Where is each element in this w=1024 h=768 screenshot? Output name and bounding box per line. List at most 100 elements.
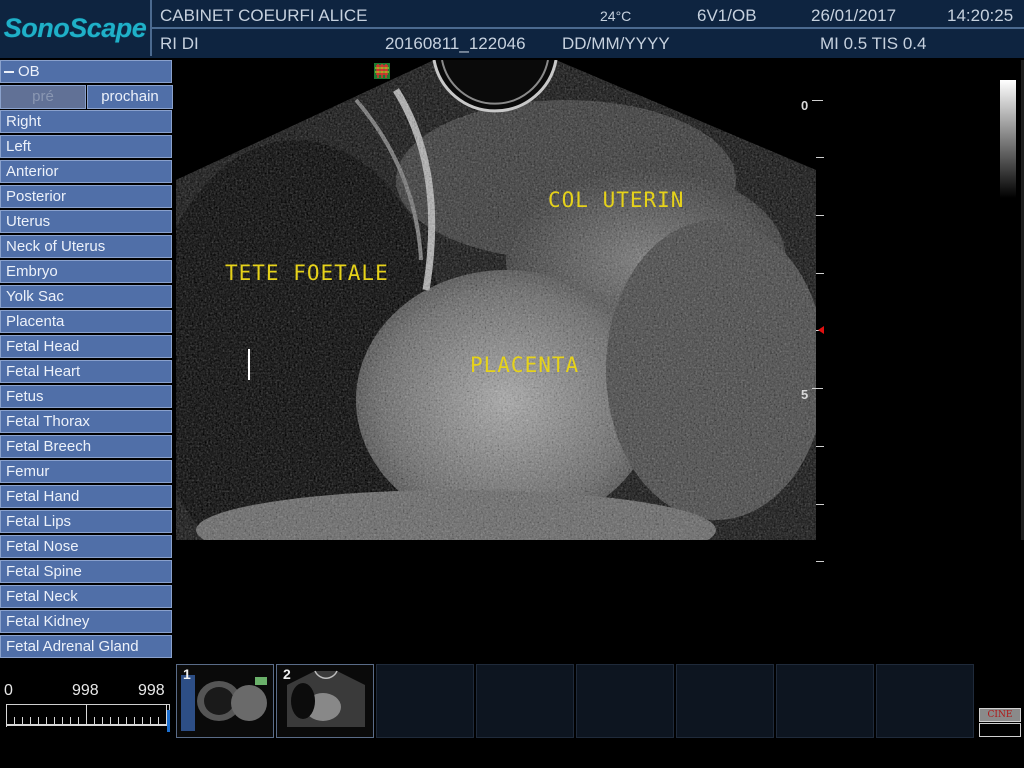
cine-ruler-tick (54, 717, 55, 724)
menu-item-neck-of-uterus[interactable]: Neck of Uterus (0, 235, 172, 258)
thumbnail-2[interactable]: 2 (276, 664, 374, 738)
text-cursor (248, 349, 250, 380)
thumbnail-empty[interactable] (876, 664, 974, 738)
cine-ruler-tick (134, 717, 135, 724)
exam-time: 14:20:25 (947, 6, 1014, 25)
menu-item-fetal-breech[interactable]: Fetal Breech (0, 435, 172, 458)
clinic-name: CABINET COEURFI ALICE (160, 6, 368, 25)
menu-item-fetal-head[interactable]: Fetal Head (0, 335, 172, 358)
temperature-readout: 24°C (600, 8, 632, 24)
depth-tick (816, 157, 824, 158)
cine-ruler-tick (142, 717, 143, 724)
thumbnail-empty[interactable] (576, 664, 674, 738)
cine-current-value: 998 (72, 682, 99, 699)
ultrasound-image-area[interactable]: TETE FOETALE COL UTERIN PLACENTA 0 5 (176, 60, 1024, 660)
depth-tick (816, 273, 824, 274)
cine-ruler-tick (86, 704, 87, 724)
depth-tick (816, 215, 824, 216)
menu-item-posterior[interactable]: Posterior (0, 185, 172, 208)
cine-ruler-tick (78, 717, 79, 724)
cine-ruler-tick (62, 717, 63, 724)
annotation-fetal-head[interactable]: TETE FOETALE (225, 261, 389, 285)
cine-ruler-tick (110, 717, 111, 724)
ultrasound-app: SonoScape CABINET COEURFI ALICE 24°C 6V1… (0, 0, 1024, 768)
thumbnail-number: 1 (183, 666, 191, 682)
thumbnail-empty[interactable] (676, 664, 774, 738)
depth-tick (812, 388, 823, 389)
depth-label-0: 0 (801, 98, 809, 113)
cine-ruler-tick (22, 717, 23, 724)
header-row-bottom: RI DI 20160811_122046 DD/MM/YYYY MI 0.5 … (152, 30, 1024, 56)
next-page-button[interactable]: prochain (87, 85, 173, 109)
annotation-placenta[interactable]: PLACENTA (470, 353, 579, 377)
menu-item-fetal-thorax[interactable]: Fetal Thorax (0, 410, 172, 433)
cine-ruler-tick (70, 717, 71, 724)
ultrasound-scan (176, 60, 816, 540)
depth-label-5: 5 (801, 387, 809, 402)
menu-item-placenta[interactable]: Placenta (0, 310, 172, 333)
patient-name: RI DI (160, 34, 199, 53)
menu-item-fetal-spine[interactable]: Fetal Spine (0, 560, 172, 583)
menu-item-right[interactable]: Right (0, 110, 172, 133)
cine-ruler (6, 724, 169, 726)
menu-item-fetal-adrenal-gland[interactable]: Fetal Adrenal Gland (0, 635, 172, 658)
grayscale-map-bar (1000, 80, 1016, 198)
header-row-top: CABINET COEURFI ALICE 24°C 6V1/OB 26/01/… (152, 2, 1024, 29)
exam-id: 20160811_122046 (385, 34, 526, 53)
menu-item-uterus[interactable]: Uterus (0, 210, 172, 233)
cine-ruler-tick (118, 717, 119, 724)
thumbnail-image (179, 667, 273, 737)
cine-start-value: 0 (4, 682, 13, 699)
menu-item-left[interactable]: Left (0, 135, 172, 158)
cine-ruler-tick (94, 717, 95, 724)
menu-item-fetal-heart[interactable]: Fetal Heart (0, 360, 172, 383)
depth-tick (816, 446, 824, 447)
cine-position-handle[interactable] (167, 710, 170, 732)
cine-button[interactable]: CINE (979, 708, 1021, 722)
menu-item-fetal-lips[interactable]: Fetal Lips (0, 510, 172, 533)
cine-ruler-tick (158, 717, 159, 724)
date-format: DD/MM/YYYY (562, 34, 670, 53)
cine-ruler-tick (150, 717, 151, 724)
cine-ruler-tick (6, 704, 7, 724)
thumbnail-1[interactable]: 1 (176, 664, 274, 738)
menu-item-embryo[interactable]: Embryo (0, 260, 172, 283)
header-bar: SonoScape CABINET COEURFI ALICE 24°C 6V1… (0, 0, 1024, 58)
prev-page-button[interactable]: pré (0, 85, 86, 109)
menu-item-fetal-hand[interactable]: Fetal Hand (0, 485, 172, 508)
bottom-panel: 0 998 998 1 2 CINE (0, 662, 1024, 768)
orientation-marker-icon (374, 63, 390, 79)
menu-item-fetal-kidney[interactable]: Fetal Kidney (0, 610, 172, 633)
cine-ruler-tick (102, 717, 103, 724)
thumbnail-empty[interactable] (776, 664, 874, 738)
cine-secondary-button[interactable] (979, 723, 1021, 737)
menu-item-fetus[interactable]: Fetus (0, 385, 172, 408)
acoustic-indices: MI 0.5 TIS 0.4 (820, 34, 927, 53)
menu-item-femur[interactable]: Femur (0, 460, 172, 483)
cine-ruler-tick (14, 717, 15, 724)
collapse-minus-icon (4, 70, 14, 73)
menu-category-ob[interactable]: OB (0, 60, 172, 83)
cine-ruler-tick (46, 717, 47, 724)
menu-item-yolk-sac[interactable]: Yolk Sac (0, 285, 172, 308)
depth-tick (812, 100, 823, 101)
menu-item-anterior[interactable]: Anterior (0, 160, 172, 183)
menu-item-fetal-nose[interactable]: Fetal Nose (0, 535, 172, 558)
depth-tick (816, 504, 824, 505)
thumbnail-empty[interactable] (476, 664, 574, 738)
menu-category-label: OB (18, 63, 40, 80)
menu-item-fetal-neck[interactable]: Fetal Neck (0, 585, 172, 608)
thumbnail-number: 2 (283, 666, 291, 682)
probe-preset[interactable]: 6V1/OB (697, 6, 757, 26)
thumbnail-empty[interactable] (376, 664, 474, 738)
annotation-cervix[interactable]: COL UTERIN (548, 188, 684, 212)
cine-ruler-tick (126, 717, 127, 724)
thumbnail-strip: 1 2 (176, 664, 976, 738)
focus-marker-icon[interactable] (818, 326, 824, 334)
cine-slider[interactable]: 0 998 998 (0, 662, 176, 738)
depth-tick (816, 561, 824, 562)
sonoscape-logo: SonoScape (3, 12, 147, 43)
cine-end-value: 998 (138, 682, 165, 699)
thumbnail-image (279, 667, 373, 737)
cine-ruler-tick (38, 717, 39, 724)
